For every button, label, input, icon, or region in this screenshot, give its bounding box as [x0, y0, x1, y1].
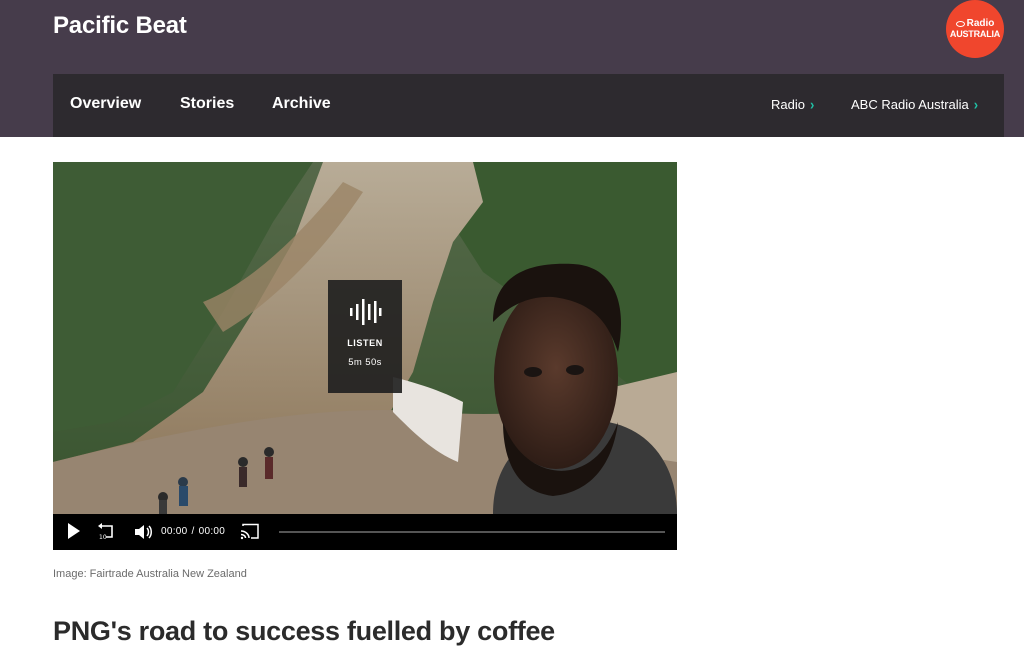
- abc-logo-icon: [955, 21, 965, 27]
- nav-link-abc-radio-australia-label: ABC Radio Australia: [851, 97, 969, 112]
- nav-link-radio[interactable]: Radio ›: [771, 96, 815, 113]
- nav-link-abc-radio-australia[interactable]: ABC Radio Australia ›: [851, 96, 979, 113]
- current-time: 00:00: [161, 526, 188, 537]
- listen-duration: 5m 50s: [348, 357, 382, 368]
- nav-item-overview[interactable]: Overview: [70, 95, 141, 113]
- image-caption: Image: Fairtrade Australia New Zealand: [53, 568, 247, 580]
- listen-label: LISTEN: [347, 338, 383, 348]
- time-separator: /: [191, 526, 195, 537]
- nav-item-stories[interactable]: Stories: [180, 95, 234, 113]
- nav-item-archive[interactable]: Archive: [272, 95, 331, 113]
- volume-icon[interactable]: [134, 523, 154, 541]
- chevron-right-icon: ›: [809, 96, 815, 113]
- abc-radio-australia-logo[interactable]: Radio AUSTRALIA: [946, 0, 1004, 58]
- audio-waveform-icon: [350, 299, 382, 325]
- time-display: 00:00/00:00: [161, 526, 225, 537]
- logo-line2: AUSTRALIA: [949, 29, 1001, 39]
- logo-line1: Radio: [966, 18, 995, 29]
- replay-10-icon[interactable]: 10: [98, 523, 116, 541]
- svg-text:10: 10: [99, 534, 107, 541]
- player-controls: 10 00:00/00:00: [53, 514, 677, 550]
- listen-button[interactable]: LISTEN 5m 50s: [328, 280, 402, 393]
- nav-link-radio-label: Radio: [771, 97, 805, 112]
- audio-player: LISTEN 5m 50s 10 00:00/00:00: [53, 162, 677, 550]
- play-icon[interactable]: [66, 522, 82, 540]
- story-headline[interactable]: PNG's road to success fuelled by coffee: [53, 616, 555, 647]
- program-nav-bar: Overview Stories Archive Radio › ABC Rad…: [53, 74, 1004, 137]
- chevron-right-icon: ›: [973, 96, 979, 113]
- cast-icon[interactable]: [240, 523, 260, 540]
- progress-scrubber[interactable]: [279, 531, 665, 533]
- total-time: 00:00: [198, 526, 226, 537]
- program-title[interactable]: Pacific Beat: [53, 12, 187, 40]
